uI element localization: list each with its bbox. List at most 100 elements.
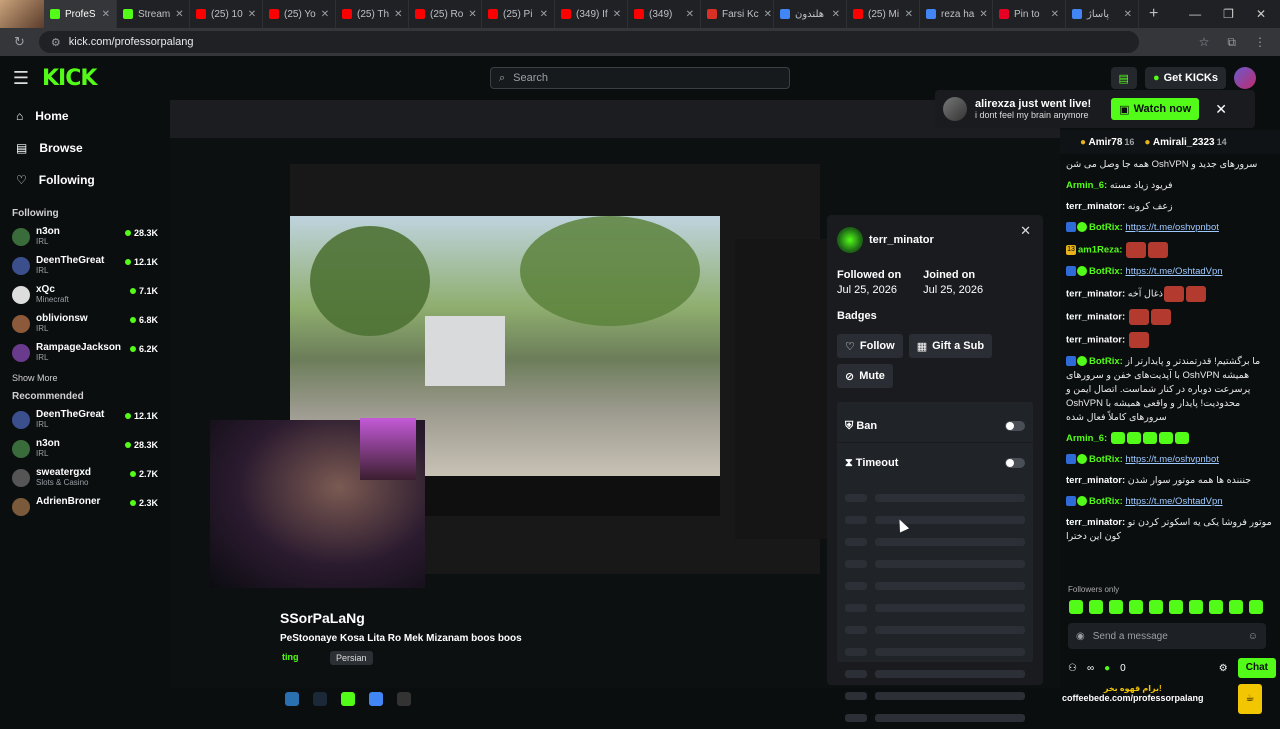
ban-toggle[interactable]: [1005, 421, 1025, 431]
chat-input[interactable]: ◉ Send a message ☺: [1068, 623, 1266, 649]
url-field[interactable]: ⚙ kick.com/professorpalang: [38, 31, 1139, 53]
quick-emote-icon[interactable]: [1209, 600, 1223, 614]
nav-item-following[interactable]: ♡ Following: [0, 164, 170, 196]
language-tag[interactable]: Persian: [330, 651, 373, 665]
chat-username[interactable]: BotRix:: [1089, 454, 1123, 465]
close-notification-icon[interactable]: ✕: [1215, 101, 1227, 118]
tab-close-icon[interactable]: ✕: [613, 9, 621, 20]
tab-close-icon[interactable]: ✕: [394, 9, 402, 20]
chat-username[interactable]: BotRix:: [1089, 266, 1123, 277]
browser-tab[interactable]: (25) Th ✕: [336, 0, 409, 28]
sidebar-channel[interactable]: RampageJackson IRL 6.2K: [0, 340, 170, 369]
quick-emote-icon[interactable]: [1189, 600, 1203, 614]
new-tab-icon[interactable]: +: [1139, 5, 1168, 23]
menu-dots-icon[interactable]: ⋮: [1254, 35, 1266, 50]
restore-icon[interactable]: ❐: [1223, 7, 1234, 21]
tab-close-icon[interactable]: ✕: [832, 9, 840, 20]
chat-link[interactable]: https://t.me/oshvpnbot: [1125, 454, 1218, 465]
timeout-toggle[interactable]: [1005, 458, 1025, 468]
chat-users-icon[interactable]: ⚇: [1068, 663, 1077, 674]
chat-username[interactable]: am1Reza:: [1078, 245, 1122, 256]
nav-item-browse[interactable]: ▤ Browse: [0, 132, 170, 164]
browser-tab[interactable]: (349) If ✕: [555, 0, 628, 28]
browser-tab[interactable]: Farsi Kc ✕: [701, 0, 774, 28]
site-info-icon[interactable]: ⚙: [51, 36, 61, 49]
browser-tab[interactable]: (25) Mi ✕: [847, 0, 920, 28]
chat-username[interactable]: BotRix:: [1089, 222, 1123, 233]
quick-emote-icon[interactable]: [1089, 600, 1103, 614]
tab-close-icon[interactable]: ✕: [686, 9, 694, 20]
browser-tab[interactable]: (25) Ro ✕: [409, 0, 482, 28]
streamer-name[interactable]: SSorPaLaNg: [280, 610, 365, 626]
tab-close-icon[interactable]: ✕: [905, 9, 913, 20]
hamburger-menu-icon[interactable]: ☰: [0, 68, 42, 89]
gift-sub-button[interactable]: ▦ Gift a Sub: [908, 334, 993, 358]
sidebar-channel[interactable]: DeenTheGreat IRL 12.1K: [0, 253, 170, 282]
tab-close-icon[interactable]: ✕: [979, 9, 987, 20]
get-kicks-button[interactable]: ● Get KICKs: [1144, 67, 1226, 89]
quick-emote-icon[interactable]: [1229, 600, 1243, 614]
top-gifter[interactable]: ● Amir78 16: [1080, 137, 1134, 148]
sidebar-channel[interactable]: n3on IRL 28.3K: [0, 436, 170, 465]
chat-link[interactable]: https://t.me/OshtadVpn: [1125, 496, 1222, 507]
quick-emote-icon[interactable]: [1129, 600, 1143, 614]
kick-logo[interactable]: KICK: [42, 66, 97, 91]
infinity-icon[interactable]: ∞: [1087, 663, 1094, 674]
watch-now-button[interactable]: ▣ Watch now: [1111, 98, 1200, 120]
sidebar-channel[interactable]: sweatergxd Slots & Casino 2.7K: [0, 465, 170, 494]
quick-emote-icon[interactable]: [1249, 600, 1263, 614]
chat-username[interactable]: terr_minator:: [1066, 289, 1125, 300]
tab-close-icon[interactable]: ✕: [764, 9, 772, 20]
tab-close-icon[interactable]: ✕: [321, 9, 329, 20]
chat-link[interactable]: https://t.me/oshvpnbot: [1125, 222, 1218, 233]
chat-settings-icon[interactable]: ⚙: [1219, 663, 1228, 674]
quick-emote-icon[interactable]: [1109, 600, 1123, 614]
chat-username[interactable]: terr_minator:: [1066, 335, 1125, 346]
minimize-icon[interactable]: —: [1189, 7, 1201, 21]
tab-close-icon[interactable]: ✕: [102, 9, 110, 20]
dashboard-button[interactable]: ▤: [1110, 67, 1137, 89]
chat-username[interactable]: BotRix:: [1089, 496, 1123, 507]
user-card-username[interactable]: terr_minator: [869, 234, 934, 246]
chat-username[interactable]: terr_minator:: [1066, 517, 1125, 528]
chat-link[interactable]: https://t.me/OshtadVpn: [1125, 266, 1222, 277]
browser-tab[interactable]: (25) Yo ✕: [263, 0, 336, 28]
browser-tab[interactable]: reza ha ✕: [920, 0, 993, 28]
stream-category[interactable]: ting: [282, 652, 299, 662]
close-icon[interactable]: ✕: [1020, 223, 1031, 239]
refresh-icon[interactable]: ↻: [14, 34, 25, 50]
show-more-button[interactable]: Show More: [0, 369, 170, 387]
tab-close-icon[interactable]: ✕: [540, 9, 548, 20]
user-avatar[interactable]: [1234, 67, 1256, 89]
sidebar-channel[interactable]: AdrienBroner 2.3K: [0, 494, 170, 523]
chat-username[interactable]: Armin_6:: [1066, 433, 1107, 444]
browser-tab[interactable]: (25) 10 ✕: [190, 0, 263, 28]
chat-username[interactable]: terr_minator:: [1066, 475, 1125, 486]
browser-tab[interactable]: Stream ✕: [117, 0, 190, 28]
bookmark-star-icon[interactable]: ☆: [1199, 35, 1210, 50]
browser-profile-avatar[interactable]: [0, 0, 44, 28]
quick-emote-icon[interactable]: [1149, 600, 1163, 614]
nav-item-home[interactable]: ⌂ Home: [0, 100, 170, 132]
close-window-icon[interactable]: ✕: [1256, 7, 1266, 21]
tab-close-icon[interactable]: ✕: [175, 9, 183, 20]
browser-tab[interactable]: پاساژ ✕: [1066, 0, 1139, 28]
tab-close-icon[interactable]: ✕: [248, 9, 256, 20]
tab-close-icon[interactable]: ✕: [468, 9, 476, 20]
search-input[interactable]: ⌕ Search: [490, 67, 790, 89]
chat-send-button[interactable]: Chat: [1237, 658, 1276, 678]
tab-close-icon[interactable]: ✕: [1124, 9, 1132, 20]
sidebar-channel[interactable]: oblivionsw IRL 6.8K: [0, 311, 170, 340]
browser-tab[interactable]: (349) ✕: [628, 0, 701, 28]
chat-username[interactable]: terr_minator:: [1066, 201, 1125, 212]
sidebar-channel[interactable]: n3on IRL 28.3K: [0, 224, 170, 253]
mute-button[interactable]: ⊘ Mute: [837, 364, 893, 388]
extensions-icon[interactable]: ⧉: [1227, 35, 1236, 50]
browser-tab[interactable]: هلندون ✕: [774, 0, 847, 28]
emote-picker-icon[interactable]: ☺: [1248, 631, 1258, 642]
browser-tab[interactable]: ProfeS ✕: [44, 0, 117, 28]
sidebar-channel[interactable]: DeenTheGreat IRL 12.1K: [0, 407, 170, 436]
tab-close-icon[interactable]: ✕: [1051, 9, 1059, 20]
quick-emote-icon[interactable]: [1069, 600, 1083, 614]
chat-username[interactable]: terr_minator:: [1066, 312, 1125, 323]
